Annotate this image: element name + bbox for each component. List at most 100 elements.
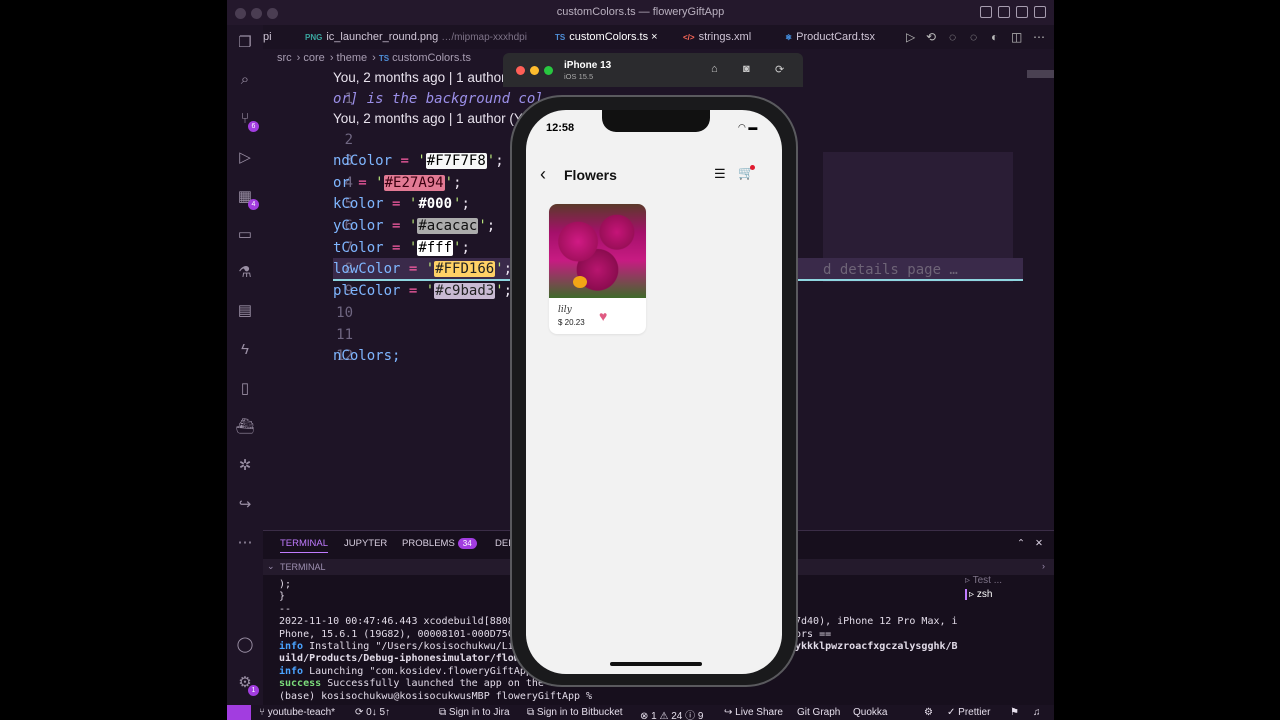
toggle-secondary-sidebar-icon[interactable]	[1016, 6, 1028, 18]
breadcrumb-theme[interactable]: theme	[337, 52, 368, 64]
settings-sync-icon[interactable]: ⚙	[924, 707, 933, 718]
code-comment: or] is the background col	[333, 91, 544, 107]
gitlens-compare-icon[interactable]: ◐	[991, 30, 998, 44]
xml-icon: </>	[683, 33, 695, 42]
color-swatch[interactable]: #E27A94	[383, 175, 445, 191]
home-icon[interactable]: ⌂	[711, 63, 723, 75]
terminal-item-zsh[interactable]: ▹ zsh	[965, 589, 1002, 600]
breadcrumb-src[interactable]: src	[277, 52, 292, 64]
sync-indicator[interactable]: ⟳ 0↓ 5↑	[355, 707, 390, 718]
color-swatch[interactable]: #F7F7F8	[425, 153, 487, 169]
docker-icon[interactable]: ⛴	[235, 417, 255, 437]
back-chevron-icon[interactable]: ‹	[540, 164, 546, 185]
prettier-button[interactable]: ✓ Prettier	[947, 707, 990, 718]
product-card[interactable]: lily $ 20.23 ♥	[549, 204, 646, 334]
tab-ic-launcher-round[interactable]: PNG ic_launcher_round.png …/mipmap-xxxhdp…	[305, 25, 527, 49]
previous-change-icon[interactable]: ◌	[949, 30, 956, 44]
tab-partial[interactable]: pi	[263, 25, 272, 49]
run-debug-icon[interactable]: ▷	[235, 148, 255, 168]
more-icon[interactable]: ⋯	[235, 533, 255, 553]
color-swatch[interactable]: #acacac	[417, 218, 479, 234]
thunder-client-icon[interactable]: ϟ	[235, 340, 255, 360]
extensions-icon[interactable]: ▦ 4	[235, 187, 259, 210]
account-icon[interactable]: ◯	[235, 635, 255, 655]
toggle-panel-icon[interactable]	[998, 6, 1010, 18]
explorer-icon[interactable]: ❐	[235, 33, 255, 53]
source-control-icon[interactable]: ⑂ 6	[235, 109, 259, 132]
git-blame-annotation[interactable]: You, 2 months ago | 1 author (Yo	[333, 111, 529, 126]
terminal-item-test[interactable]: ▹ Test ...	[965, 575, 1002, 586]
git-graph-button[interactable]: Git Graph	[797, 707, 840, 718]
code-line: nColors;	[333, 348, 401, 364]
customize-layout-icon[interactable]	[1034, 6, 1046, 18]
color-swatch[interactable]: #c9bad3	[434, 283, 496, 299]
chevron-right-icon[interactable]: ›	[1042, 561, 1045, 571]
status-bar: ⑂ youtube-teach* ⟳ 0↓ 5↑ ⧉ Sign in to Ji…	[227, 705, 1054, 720]
tab-problems[interactable]: PROBLEMS 34	[402, 538, 477, 549]
document-icon[interactable]: ▤	[235, 301, 255, 321]
close-tab-icon[interactable]: ×	[651, 31, 657, 43]
next-change-icon[interactable]: ◌	[970, 30, 977, 44]
sim-minimize-dot[interactable]	[530, 66, 539, 75]
image-icon: PNG	[305, 33, 323, 42]
close-panel-icon[interactable]: ✕	[1035, 538, 1043, 549]
breadcrumb: src › core › theme › TS customColors.ts	[277, 52, 471, 64]
code-line: ndColor = '#F7F7F8';	[333, 153, 504, 169]
minimap[interactable]	[1027, 70, 1054, 78]
live-share-icon: ↪	[724, 707, 736, 718]
testing-icon[interactable]: ⚗	[235, 263, 255, 283]
typescript-icon: TS	[378, 54, 390, 63]
maximize-panel-icon[interactable]: ⌃	[1017, 538, 1025, 549]
tab-terminal[interactable]: TERMINAL	[280, 538, 329, 553]
home-indicator[interactable]	[610, 662, 702, 666]
color-swatch[interactable]: #000	[417, 196, 453, 212]
tab-jupyter[interactable]: JUPYTER	[344, 538, 387, 549]
bitbucket-icon: ⧉	[527, 707, 537, 718]
run-icon[interactable]: ▷	[906, 30, 915, 44]
code-line: or = '#E27A94';	[333, 175, 462, 191]
remote-indicator[interactable]	[227, 705, 251, 720]
status-time: 12:58	[546, 122, 575, 134]
quokka-button[interactable]: Quokka	[853, 707, 887, 718]
tab-strings-xml[interactable]: </> strings.xml	[683, 25, 751, 49]
more-actions-icon[interactable]: ⋯	[1033, 30, 1045, 44]
notifications-bell-icon[interactable]: ♫	[1033, 707, 1041, 718]
simulator-os-version: iOS 15.5	[564, 72, 594, 81]
live-share-icon[interactable]: ↪	[235, 495, 255, 515]
breadcrumb-file[interactable]: customColors.ts	[392, 52, 471, 64]
problems-indicator[interactable]: ⊗ 1 ⚠ 24 ⓘ 9	[640, 707, 703, 720]
color-swatch[interactable]: #fff	[417, 240, 454, 256]
line-number: 11	[336, 327, 353, 343]
open-changes-icon[interactable]: ⟲	[926, 30, 936, 44]
sim-zoom-dot[interactable]	[544, 66, 553, 75]
breadcrumb-core[interactable]: core	[303, 52, 324, 64]
cart-badge-dot	[750, 165, 755, 170]
remote-explorer-icon[interactable]: ▭	[235, 225, 255, 245]
live-share-button[interactable]: ↪ Live Share	[724, 707, 783, 718]
code-line: kColor = '#000';	[333, 196, 470, 212]
screenshot-icon[interactable]: ◙	[743, 63, 755, 75]
color-swatch[interactable]: #FFD166	[434, 261, 496, 277]
split-editor-icon[interactable]: ◫	[1011, 30, 1022, 44]
tab-product-card[interactable]: ⚛ ProductCard.tsx	[785, 25, 875, 49]
notebook-icon[interactable]: ▯	[235, 379, 255, 399]
filter-icon[interactable]: ☰	[714, 166, 726, 182]
iphone-frame: 12:58 ◠ ▬ ‹ Flowers ☰ 🛒 lily $ 20.23 ♥	[510, 95, 798, 687]
rotate-icon[interactable]: ⟳	[775, 63, 787, 76]
search-icon[interactable]: ⌕	[235, 70, 255, 90]
jira-signin[interactable]: ⧉ Sign in to Jira	[439, 707, 510, 718]
tab-custom-colors[interactable]: TS customColors.ts ×	[555, 25, 658, 49]
toggle-sidebar-icon[interactable]	[980, 6, 992, 18]
extensions-badge: 4	[248, 199, 259, 210]
feedback-icon[interactable]: ⚑	[1010, 707, 1019, 718]
bitbucket-signin[interactable]: ⧉ Sign in to Bitbucket	[527, 707, 623, 718]
editor-tabs: pi PNG ic_launcher_round.png …/mipmap-xxx…	[263, 25, 1054, 49]
git-blame-annotation[interactable]: You, 2 months ago | 1 author (	[333, 70, 514, 85]
manage-gear-icon[interactable]: ⚙ 1	[235, 673, 259, 696]
gitlens-icon[interactable]: ✲	[235, 456, 255, 476]
scm-badge: 6	[248, 121, 259, 132]
heart-icon[interactable]: ♥	[599, 308, 607, 324]
sim-close-dot[interactable]	[516, 66, 525, 75]
branch-indicator[interactable]: ⑂ youtube-teach*	[259, 707, 335, 718]
sync-icon: ⟳	[355, 707, 367, 718]
